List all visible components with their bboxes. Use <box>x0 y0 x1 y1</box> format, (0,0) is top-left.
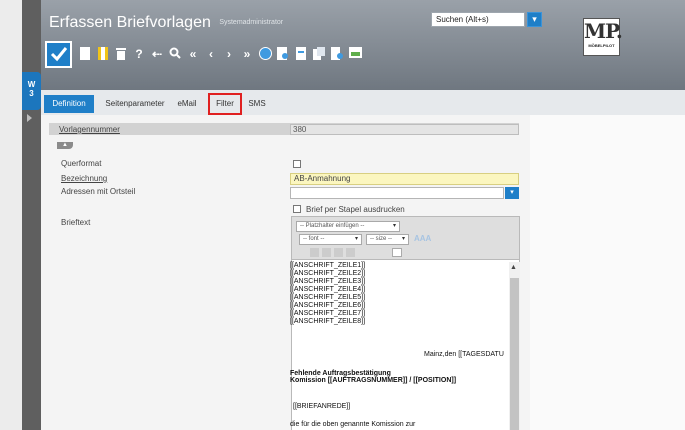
document-search-icon[interactable] <box>276 47 290 61</box>
side-tab[interactable]: W3 <box>22 72 41 110</box>
back-icon[interactable]: ⇠ <box>150 47 164 61</box>
format-buttons <box>310 248 370 257</box>
placeholder-select[interactable]: -- Platzhalter einfügen -- ▾ <box>296 221 400 232</box>
editor-line: [[ANSCHRIFT_ZEILE8]] <box>290 318 366 325</box>
editor-scroll-thumb[interactable] <box>510 278 519 430</box>
new-document-icon[interactable] <box>78 47 92 61</box>
expand-arrow-icon[interactable] <box>27 114 32 122</box>
search-input[interactable]: Suchen (Alt+s) <box>431 12 525 27</box>
next-record-icon[interactable]: › <box>222 47 236 61</box>
vorlagennummer-field: 380 <box>290 124 519 135</box>
editor-line: [[ANSCHRIFT_ZEILE2]] <box>290 270 366 277</box>
company-logo: MP. MÖBELPILOT <box>583 18 623 56</box>
tab-email[interactable]: eMail <box>172 95 202 113</box>
previous-record-icon[interactable]: ‹ <box>204 47 218 61</box>
editor-date-line: Mainz,den [[TAGESDATU <box>424 351 504 358</box>
bezeichnung-field[interactable]: AB-Anmahnung <box>290 173 519 185</box>
tab-seitenparameter[interactable]: Seitenparameter <box>99 95 171 113</box>
editor-body-line: die für die oben genannte Komission zur <box>290 421 416 428</box>
page-title: Erfassen Briefvorlagen <box>49 14 211 31</box>
dropdown-arrow-icon[interactable]: ▾ <box>505 187 519 199</box>
export-document-icon[interactable] <box>330 47 344 61</box>
editor-line: [[ANSCHRIFT_ZEILE3]] <box>290 278 366 285</box>
title-area: Erfassen Briefvorlagen Systemadministrat… <box>49 14 283 32</box>
logo-area: MP. MÖBELPILOT <box>573 0 685 90</box>
checkmark-icon <box>50 47 67 62</box>
toolbar: ? ⇠ « ‹ › » <box>45 40 366 68</box>
tab-sms[interactable]: SMS <box>244 95 270 113</box>
size-select[interactable]: -- size -- ▾ <box>366 234 409 245</box>
last-record-icon[interactable]: » <box>240 47 254 61</box>
stapel-checkbox[interactable] <box>293 205 301 213</box>
stapel-label: Brief per Stapel ausdrucken <box>306 205 405 214</box>
filter-tab-highlight <box>208 93 242 115</box>
table-icon[interactable] <box>392 248 402 257</box>
editor-anrede-line: [[BRIEFANREDE]] <box>293 403 351 410</box>
bookmark-icon[interactable] <box>96 47 110 61</box>
adressen-select[interactable] <box>290 187 504 199</box>
bezeichnung-label: Bezeichnung <box>61 174 108 183</box>
tab-definition[interactable]: Definition <box>44 95 94 113</box>
help-icon[interactable]: ? <box>132 47 146 61</box>
search-icon[interactable] <box>168 47 182 61</box>
querformat-checkbox[interactable] <box>293 160 301 168</box>
chevron-down-icon: ▾ <box>392 223 396 229</box>
header-bar: Erfassen Briefvorlagen Systemadministrat… <box>41 0 573 90</box>
search-dropdown-icon[interactable]: ▾ <box>527 12 542 27</box>
editor-heading-line: Komission [[AUFTRAGSNUMMER]] / [[POSITIO… <box>290 377 457 384</box>
left-sidebar-strip <box>22 0 41 430</box>
font-select[interactable]: -- font -- ▾ <box>299 234 362 245</box>
adressen-label: Adressen mit Ortsteil <box>61 187 136 196</box>
editor-line: [[ANSCHRIFT_ZEILE1]] <box>290 262 366 269</box>
editor-line: [[ANSCHRIFT_ZEILE7]] <box>290 310 366 317</box>
collapse-toggle[interactable]: ▲ <box>57 142 73 149</box>
delete-icon[interactable] <box>114 47 128 61</box>
chevron-down-icon: ▾ <box>354 236 358 242</box>
document-icon[interactable] <box>294 47 308 61</box>
vorlagennummer-label: Vorlagennummer <box>59 125 120 134</box>
image-icon[interactable] <box>348 47 362 61</box>
chevron-down-icon: ▾ <box>401 236 405 242</box>
paste-icon[interactable] <box>334 248 343 257</box>
editor-line: [[ANSCHRIFT_ZEILE5]] <box>290 294 366 301</box>
right-empty-area <box>530 115 685 430</box>
app-window: W3 Erfassen Briefvorlagen Systemadminist… <box>0 0 685 430</box>
text-size-icons[interactable]: AAA <box>414 234 431 243</box>
scroll-up-icon[interactable]: ▲ <box>510 264 517 271</box>
user-role: Systemadministrator <box>219 19 284 27</box>
copy-icon[interactable] <box>322 248 331 257</box>
editor-line: [[ANSCHRIFT_ZEILE6]] <box>290 302 366 309</box>
cut-icon[interactable] <box>310 248 319 257</box>
editor-toolbar: -- Platzhalter einfügen -- ▾ -- font -- … <box>291 216 520 260</box>
editor-line: [[ANSCHRIFT_ZEILE4]] <box>290 286 366 293</box>
undo-icon[interactable] <box>346 248 355 257</box>
querformat-label: Querformat <box>61 159 102 168</box>
globe-icon[interactable] <box>258 47 272 61</box>
copy-document-icon[interactable] <box>312 47 326 61</box>
first-record-icon[interactable]: « <box>186 47 200 61</box>
tab-bar: Definition Seitenparameter eMail Filter … <box>41 90 685 115</box>
brieftext-label: Brieftext <box>61 218 91 227</box>
save-check-button[interactable] <box>45 40 72 68</box>
